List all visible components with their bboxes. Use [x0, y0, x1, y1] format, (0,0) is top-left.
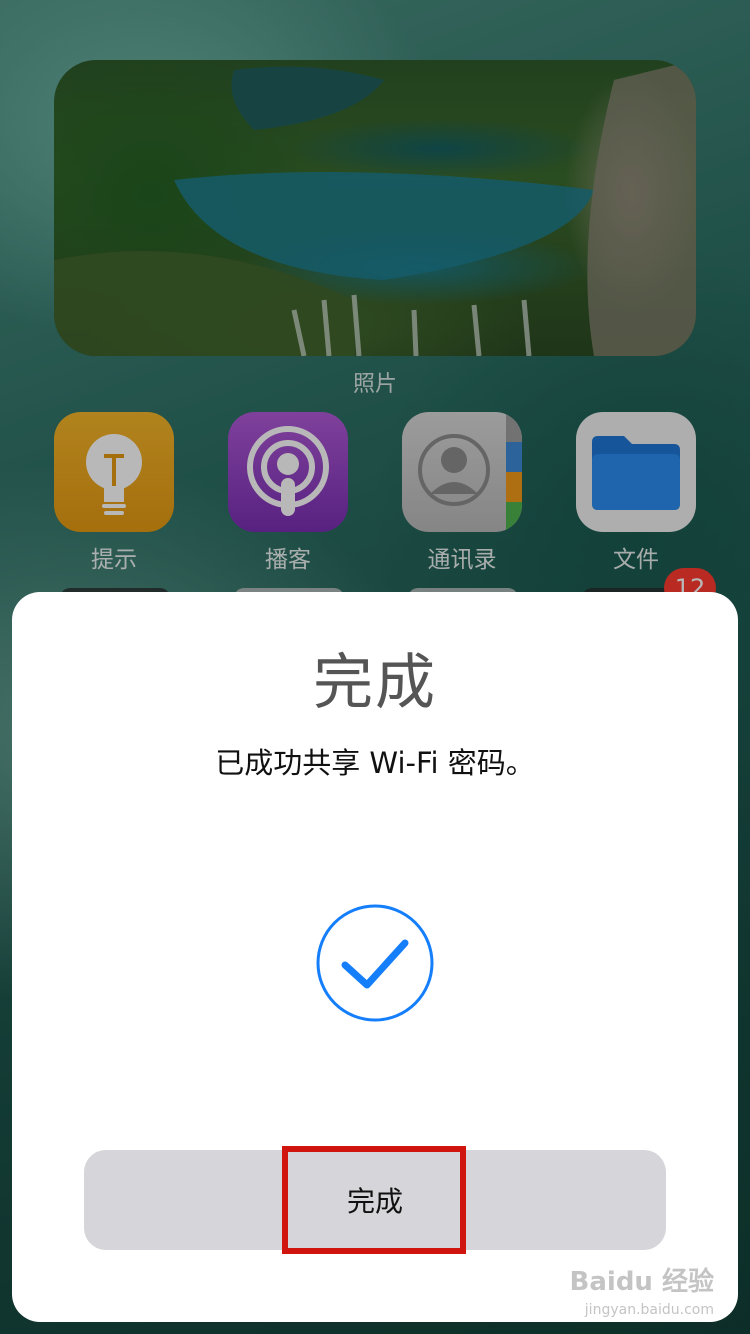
done-button[interactable]: 完成	[84, 1150, 666, 1250]
watermark-brand: Baidu 经验	[569, 1267, 714, 1297]
checkmark-circle-icon	[316, 904, 434, 1022]
sheet-message: 已成功共享 Wi-Fi 密码。	[215, 746, 535, 780]
baidu-jingyan-watermark: Baidu 经验 jingyan.baidu.com	[570, 1268, 714, 1324]
watermark-url: jingyan.baidu.com	[584, 1302, 714, 1318]
wifi-share-sheet: 完成 已成功共享 Wi-Fi 密码。 完成	[12, 592, 738, 1322]
sheet-title: 完成	[313, 648, 437, 718]
